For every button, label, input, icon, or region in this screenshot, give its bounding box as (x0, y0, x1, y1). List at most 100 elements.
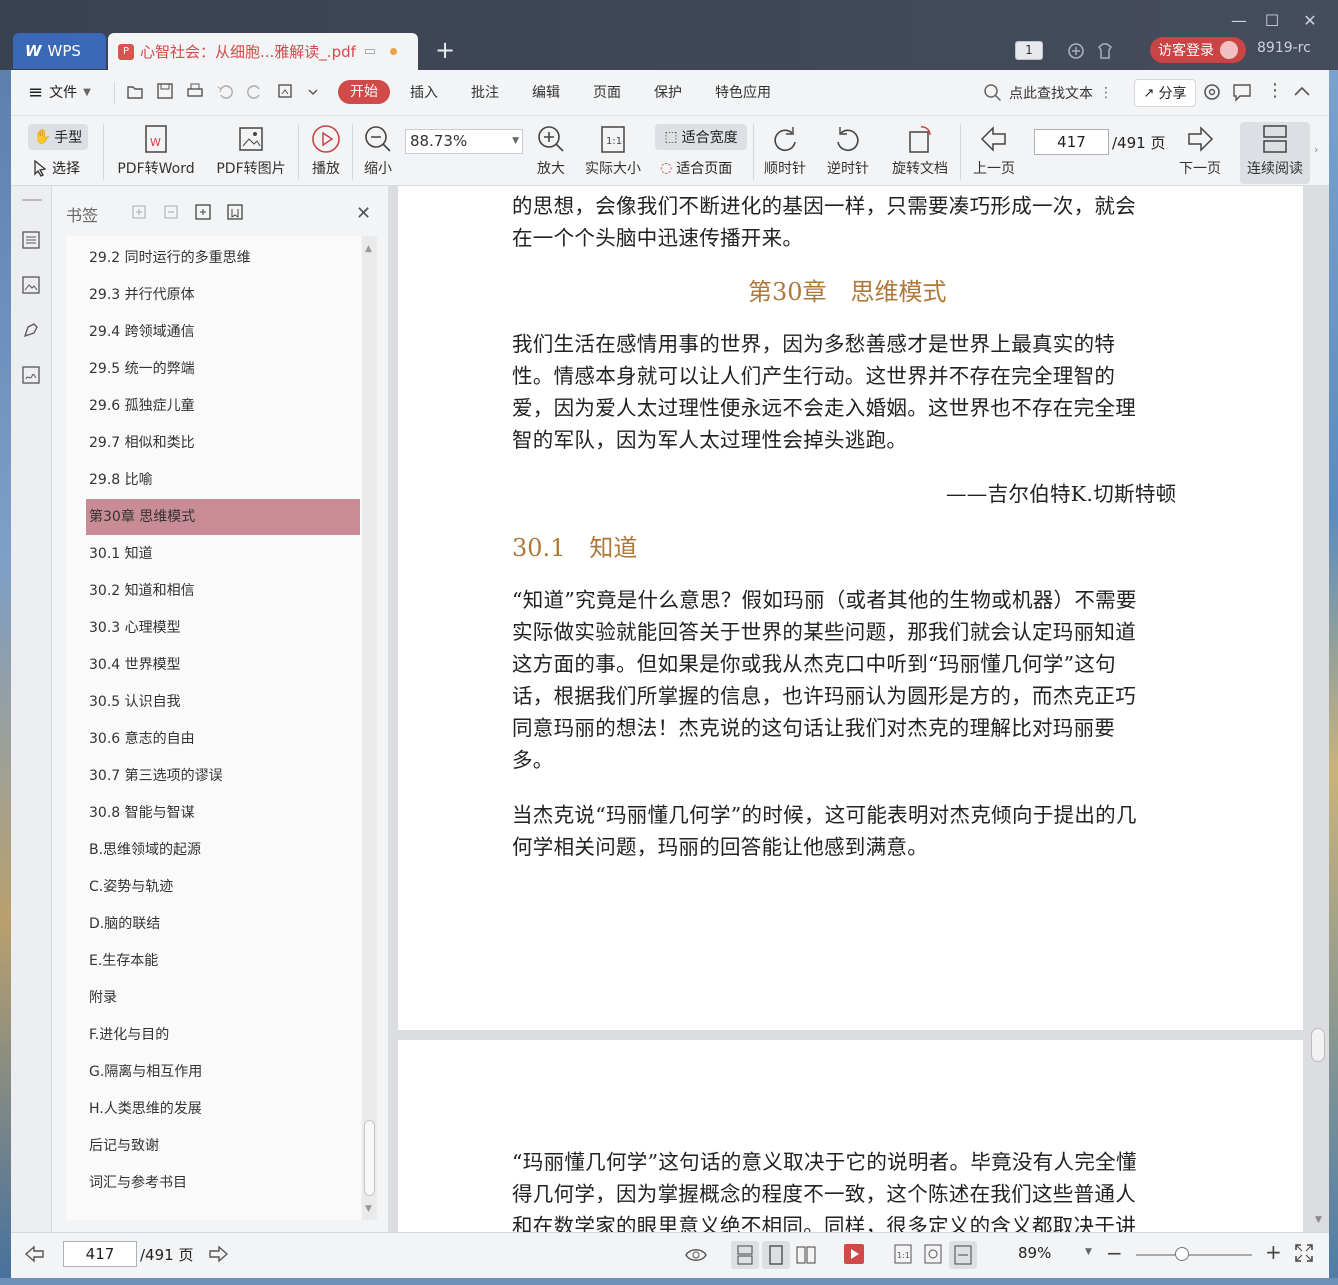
zoom-dropdown-icon[interactable]: ▼ (1085, 1247, 1092, 1257)
bookmark-scroll-thumb[interactable] (364, 1120, 375, 1196)
bookmark-item[interactable]: 30.2 知道和相信 (66, 573, 361, 609)
bookmark-item[interactable]: D.脑的联结 (66, 906, 361, 942)
tab-protect[interactable]: 保护 (654, 82, 682, 102)
rotate-counterclockwise-button[interactable]: 逆时针 (825, 124, 871, 178)
actual-size-small-icon[interactable]: 1:1 (892, 1243, 914, 1265)
hand-tool-button[interactable]: ✋ 手型 (28, 124, 88, 150)
zoom-plus-icon[interactable]: + (1265, 1240, 1282, 1264)
page-number-input[interactable]: 417 (1034, 129, 1109, 155)
maximize-button[interactable]: ☐ (1259, 10, 1285, 32)
bookmark-item[interactable]: 附录 (66, 980, 361, 1016)
eye-protection-icon[interactable] (684, 1243, 708, 1265)
status-page-input[interactable]: 417 (63, 1241, 137, 1267)
bookmark-item[interactable]: E.生存本能 (66, 943, 361, 979)
bookmark-item[interactable]: 30.6 意志的自由 (66, 721, 361, 757)
continuous-view-icon[interactable] (731, 1241, 759, 1269)
bookmark-item[interactable]: 30.3 心理模型 (66, 610, 361, 646)
bookmark-item[interactable]: 后记与致谢 (66, 1128, 361, 1164)
bookmark-item[interactable]: 30.5 认识自我 (66, 684, 361, 720)
redo-icon[interactable] (246, 82, 264, 100)
bookmark-item[interactable]: 30.7 第三选项的谬误 (66, 758, 361, 794)
bookmark-item[interactable]: 29.8 比喻 (66, 462, 361, 498)
pdf-to-word-button[interactable]: W PDF转Word (114, 124, 198, 178)
expand-all-icon[interactable] (130, 203, 148, 221)
bookmark-scrollbar[interactable] (362, 236, 377, 1220)
bookmark-item[interactable]: 30.1 知道 (66, 536, 361, 572)
zoom-out-button[interactable]: 缩小 (360, 124, 396, 178)
tab-insert[interactable]: 插入 (410, 82, 438, 102)
skin-icon[interactable] (1095, 41, 1115, 61)
save-icon[interactable] (156, 82, 174, 100)
open-icon[interactable] (126, 82, 144, 100)
bookmark-item[interactable]: 30.4 世界模型 (66, 647, 361, 683)
status-prev-page-icon[interactable] (24, 1244, 46, 1264)
tab-start[interactable]: 开始 (338, 80, 390, 104)
outline-icon[interactable] (21, 230, 41, 250)
bookmark-item-selected[interactable]: 第30章 思维模式 (86, 499, 360, 535)
guest-login-button[interactable]: 访客登录 (1150, 37, 1246, 63)
collapse-all-icon[interactable] (162, 203, 180, 221)
zoom-percentage-input[interactable]: 88.73% ▼ (405, 129, 523, 154)
add-bookmark-icon[interactable] (194, 203, 212, 221)
bookmark-item[interactable]: 29.4 跨领域通信 (66, 314, 361, 350)
export-icon[interactable] (276, 82, 294, 100)
bookmark-item[interactable]: C.姿势与轨迹 (66, 869, 361, 905)
annotation-icon[interactable] (21, 320, 41, 340)
undo-icon[interactable] (216, 82, 234, 100)
find-text-search[interactable]: 点此查找文本 ⋮ (983, 80, 1118, 106)
zoom-slider-track[interactable] (1136, 1254, 1252, 1256)
bookmark-item[interactable]: 29.7 相似和类比 (66, 425, 361, 461)
rotate-clockwise-button[interactable]: 顺时针 (762, 124, 808, 178)
bookmark-item[interactable]: 29.2 同时运行的多重思维 (66, 240, 361, 276)
tab-special-features[interactable]: 特色应用 (715, 82, 771, 102)
thumbnail-icon[interactable] (21, 275, 41, 295)
play-button[interactable]: 播放 (308, 124, 344, 178)
select-tool-button[interactable]: 选择 (32, 158, 80, 178)
toolbar-scroll-right-icon[interactable]: › (1314, 143, 1318, 156)
wps-home-tab[interactable]: W WPS (13, 33, 106, 69)
more-options-icon[interactable]: ⋮ (1266, 80, 1284, 101)
share-button[interactable]: ↗ 分享 (1134, 79, 1196, 107)
rotate-document-button[interactable]: 旋转文档 (888, 124, 952, 178)
scroll-down-icon[interactable]: ▼ (365, 1204, 372, 1214)
fit-width-small-icon[interactable] (949, 1241, 977, 1269)
zoom-in-button[interactable]: 放大 (533, 124, 569, 178)
comment-icon[interactable] (1232, 82, 1252, 102)
signature-icon[interactable] (21, 365, 41, 385)
actual-size-button[interactable]: 1:1 实际大小 (582, 124, 644, 178)
pdf-to-image-button[interactable]: PDF转图片 (214, 124, 288, 178)
document-scroll-thumb[interactable] (1311, 1028, 1325, 1062)
next-page-button[interactable]: 下一页 (1176, 124, 1224, 178)
bookmark-settings-icon[interactable] (226, 203, 244, 221)
close-panel-icon[interactable]: ✕ (356, 203, 371, 224)
single-page-view-icon[interactable] (762, 1241, 790, 1269)
close-window-button[interactable]: ✕ (1297, 10, 1323, 32)
slideshow-play-icon[interactable] (843, 1243, 865, 1265)
previous-page-button[interactable]: 上一页 (970, 124, 1018, 178)
fit-page-small-icon[interactable] (922, 1243, 944, 1265)
tab-page[interactable]: 页面 (593, 82, 621, 102)
zoom-minus-icon[interactable]: − (1106, 1241, 1123, 1265)
document-tab[interactable]: P 心智社会：从细胞...雅解读_.pdf ▭ (108, 33, 418, 70)
bookmark-item[interactable]: 29.6 孤独症儿童 (66, 388, 361, 424)
settings-gear-icon[interactable] (1202, 82, 1222, 102)
bookmark-item[interactable]: 29.3 并行代原体 (66, 277, 361, 313)
status-next-page-icon[interactable] (207, 1244, 229, 1264)
fit-width-button[interactable]: ⬚ 适合宽度 (655, 124, 747, 150)
bookmark-item[interactable]: 30.8 智能与智谋 (66, 795, 361, 831)
scroll-down-icon[interactable]: ▼ (1315, 1215, 1322, 1225)
tab-count-badge[interactable]: 1 (1015, 41, 1043, 60)
file-menu[interactable]: ≡ 文件 ▼ (28, 80, 91, 104)
fullscreen-icon[interactable] (1294, 1243, 1314, 1263)
bookmark-item[interactable]: B.思维领域的起源 (66, 832, 361, 868)
cloud-sync-icon[interactable] (1066, 41, 1086, 61)
bookmark-item[interactable]: H.人类思维的发展 (66, 1091, 361, 1127)
double-page-view-icon[interactable] (792, 1241, 820, 1269)
bookmark-item[interactable]: G.隔离与相互作用 (66, 1054, 361, 1090)
bookmark-item[interactable]: 词汇与参考书目 (66, 1165, 361, 1201)
tab-edit[interactable]: 编辑 (532, 82, 560, 102)
new-tab-button[interactable]: + (432, 36, 458, 64)
chevron-down-icon[interactable]: ▼ (512, 130, 519, 153)
tab-annotate[interactable]: 批注 (471, 82, 499, 102)
bookmark-item[interactable]: F.进化与目的 (66, 1017, 361, 1053)
